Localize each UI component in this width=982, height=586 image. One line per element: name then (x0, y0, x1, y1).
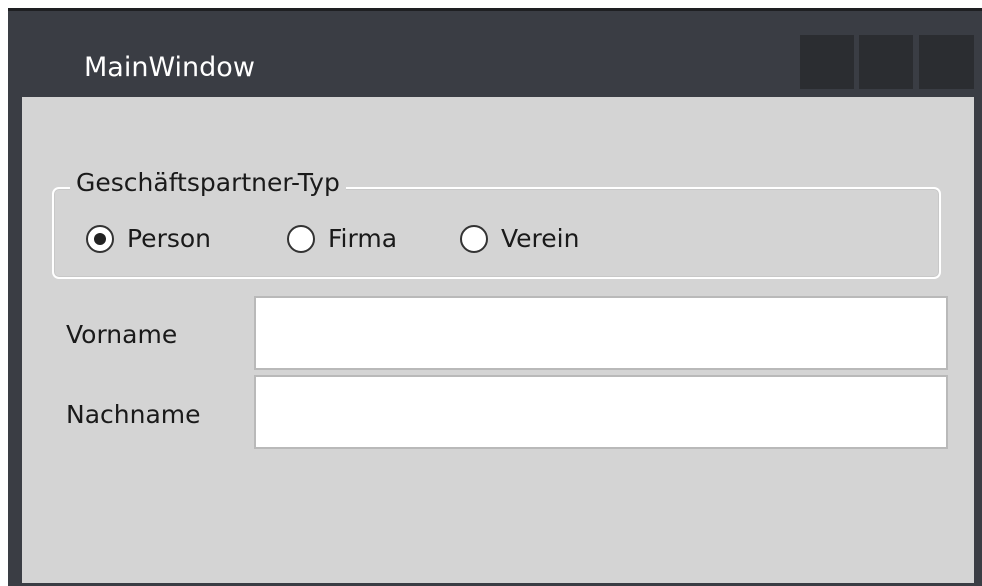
groupbox-legend: Geschäftspartner-Typ (70, 167, 346, 199)
vorname-label: Vorname (66, 320, 178, 349)
window-title: MainWindow (84, 52, 255, 83)
minimize-button[interactable] (800, 35, 854, 89)
maximize-button[interactable] (859, 35, 913, 89)
radio-person-label[interactable]: Person (127, 223, 211, 255)
nachname-field[interactable] (254, 375, 948, 449)
radio-firma[interactable]: Firma (287, 223, 397, 255)
client-area: Geschäftspartner-Typ Person Firma Verein… (22, 97, 974, 583)
close-button[interactable] (919, 35, 974, 89)
radio-unchecked-icon[interactable] (287, 225, 315, 253)
vorname-field[interactable] (254, 296, 948, 370)
radio-verein[interactable]: Verein (460, 223, 579, 255)
radio-checked-icon[interactable] (86, 225, 114, 253)
radio-person[interactable]: Person (86, 223, 211, 255)
nachname-label: Nachname (66, 400, 201, 429)
radio-firma-label[interactable]: Firma (328, 223, 397, 255)
main-window: MainWindow Geschäftspartner-Typ Person F… (8, 8, 982, 586)
radio-unchecked-icon[interactable] (460, 225, 488, 253)
title-bar[interactable]: MainWindow (8, 11, 982, 97)
partner-type-groupbox: Geschäftspartner-Typ Person Firma Verein (52, 167, 941, 279)
radio-verein-label[interactable]: Verein (501, 223, 579, 255)
